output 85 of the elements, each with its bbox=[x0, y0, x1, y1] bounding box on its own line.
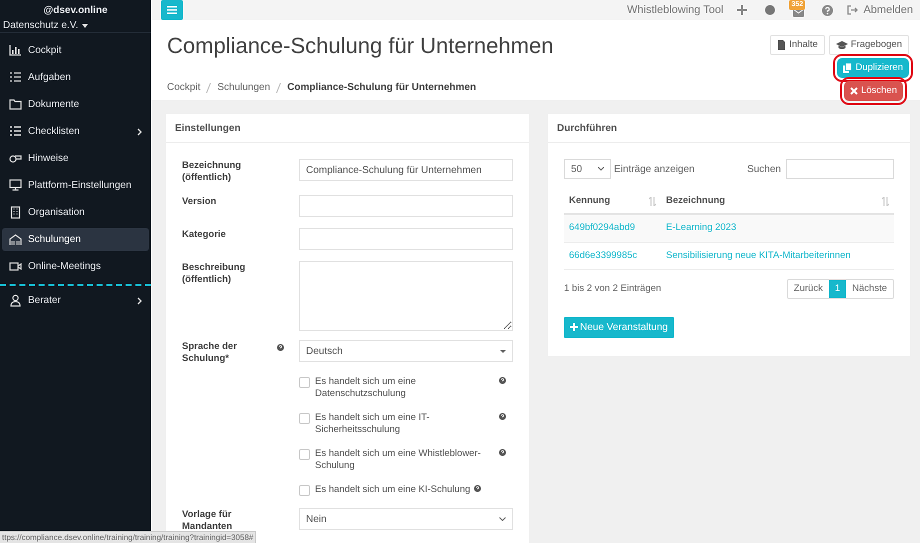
help-icon[interactable] bbox=[822, 4, 834, 16]
checkbox-label: Es handelt sich um eine KI-Schulung bbox=[315, 484, 470, 496]
caret-down-icon bbox=[500, 350, 506, 352]
document-icon bbox=[777, 40, 786, 50]
close-icon bbox=[850, 87, 858, 95]
card-title: Einstellungen bbox=[166, 114, 529, 143]
page-title: Compliance-Schulung für Unternehmen bbox=[167, 32, 554, 60]
breadcrumb-link[interactable]: Schulungen bbox=[217, 80, 270, 95]
breadcrumb-link[interactable]: Cockpit bbox=[167, 80, 200, 95]
questionnaire-button[interactable]: Fragebogen bbox=[828, 35, 909, 55]
monitor-icon bbox=[9, 179, 22, 192]
sidebar-item[interactable]: Cockpit bbox=[2, 39, 149, 62]
pagination-button[interactable]: Nächste bbox=[846, 280, 893, 298]
sidebar-item[interactable]: Dokumente bbox=[2, 93, 149, 116]
list-icon bbox=[9, 125, 22, 138]
delete-button[interactable]: Löschen bbox=[844, 81, 903, 101]
video-camera-icon bbox=[9, 260, 22, 273]
sidebar-item[interactable]: Checklisten bbox=[2, 120, 149, 143]
slash-icon bbox=[206, 82, 212, 92]
graduation-cap-icon bbox=[836, 41, 848, 49]
account-name: @dsev.online bbox=[43, 4, 108, 18]
checkbox[interactable] bbox=[299, 485, 310, 496]
status-url: ttps://compliance.dsev.online/training/training/training?trainingid=3058# bbox=[0, 531, 256, 543]
sidebar-item[interactable]: Online-Meetings bbox=[2, 255, 149, 278]
text-area[interactable] bbox=[299, 261, 513, 331]
checklist-icon bbox=[9, 71, 22, 84]
sidebar-item[interactable]: Plattform-Einstellungen bbox=[2, 174, 149, 197]
card-title: Durchführen bbox=[548, 114, 910, 143]
plus-icon bbox=[570, 323, 578, 332]
status-dot-icon[interactable] bbox=[765, 5, 776, 15]
checkbox[interactable] bbox=[299, 449, 310, 460]
search-label: Suchen bbox=[747, 162, 781, 176]
user-icon bbox=[9, 294, 22, 307]
plus-icon[interactable] bbox=[737, 5, 748, 15]
field-label: Beschreibung (öffentlich) bbox=[182, 262, 246, 286]
table-info: 1 bis 2 von 2 Einträgen bbox=[564, 282, 662, 296]
template-select[interactable]: Nein bbox=[299, 508, 513, 530]
chevron-down-icon bbox=[598, 167, 604, 171]
menu-button[interactable] bbox=[161, 0, 183, 20]
slash-icon bbox=[276, 82, 282, 92]
breadcrumb-current: Compliance-Schulung für Unternehmen bbox=[287, 81, 476, 95]
sidebar-item[interactable]: Berater bbox=[2, 289, 149, 312]
sidebar-item[interactable]: Aufgaben bbox=[2, 66, 149, 89]
whistleblowing-tool-link[interactable]: Whistleblowing Tool bbox=[627, 2, 724, 18]
contents-button[interactable]: Inhalte bbox=[770, 35, 825, 55]
field-label: Kategorie bbox=[182, 229, 227, 241]
logout-icon bbox=[847, 5, 858, 15]
field-label: Vorlage für Mandanten bbox=[182, 509, 234, 533]
checkbox[interactable] bbox=[299, 413, 310, 424]
help-icon bbox=[474, 485, 482, 492]
checkbox-label: Es handelt sich um eine IT-Sicherheitsschulung bbox=[315, 412, 431, 436]
caret-down-icon bbox=[82, 24, 88, 28]
help-icon bbox=[499, 377, 506, 384]
help-icon bbox=[499, 413, 506, 420]
sort-icon bbox=[882, 196, 889, 206]
sidebar-item[interactable]: Organisation bbox=[2, 201, 149, 224]
page-size-select[interactable]: 50 bbox=[564, 159, 611, 179]
field-label: Sprache der Schulung* bbox=[182, 341, 238, 365]
chevron-down-icon bbox=[499, 517, 506, 521]
column-header[interactable]: Kennung bbox=[564, 189, 661, 214]
checkbox-label: Es handelt sich um eine Whistleblower-Schulung bbox=[315, 448, 482, 472]
school-building-icon bbox=[9, 233, 22, 246]
sidebar-item[interactable]: Hinweise bbox=[2, 147, 149, 170]
search-field[interactable] bbox=[786, 159, 894, 179]
input-field[interactable] bbox=[299, 195, 513, 217]
field-label: Version bbox=[182, 196, 218, 208]
language-select[interactable]: Deutsch bbox=[299, 340, 513, 362]
input-field[interactable] bbox=[299, 228, 513, 250]
checkbox[interactable] bbox=[299, 377, 310, 388]
sort-icon bbox=[649, 196, 656, 206]
chart-icon bbox=[9, 44, 22, 57]
building-icon bbox=[9, 206, 22, 219]
folder-icon bbox=[9, 98, 22, 111]
input-field[interactable]: Compliance-Schulung für Unternehmen bbox=[299, 159, 513, 181]
help-icon bbox=[499, 449, 506, 456]
logout-link[interactable]: Abmelden bbox=[863, 2, 913, 18]
menu-icon bbox=[167, 6, 177, 14]
column-header[interactable]: Bezeichnung bbox=[661, 189, 894, 214]
organization-dropdown[interactable]: Datenschutz e.V. bbox=[3, 18, 88, 33]
page-size-label: Einträge anzeigen bbox=[614, 162, 695, 176]
copy-icon bbox=[843, 63, 852, 73]
pagination-button[interactable]: Zurück bbox=[788, 280, 829, 298]
field-label: Bezeichnung (öffentlich) bbox=[182, 160, 242, 184]
checkbox-label: Es handelt sich um eine Datenschutzschulung bbox=[315, 376, 417, 400]
sidebar-item[interactable]: Schulungen bbox=[2, 228, 149, 251]
